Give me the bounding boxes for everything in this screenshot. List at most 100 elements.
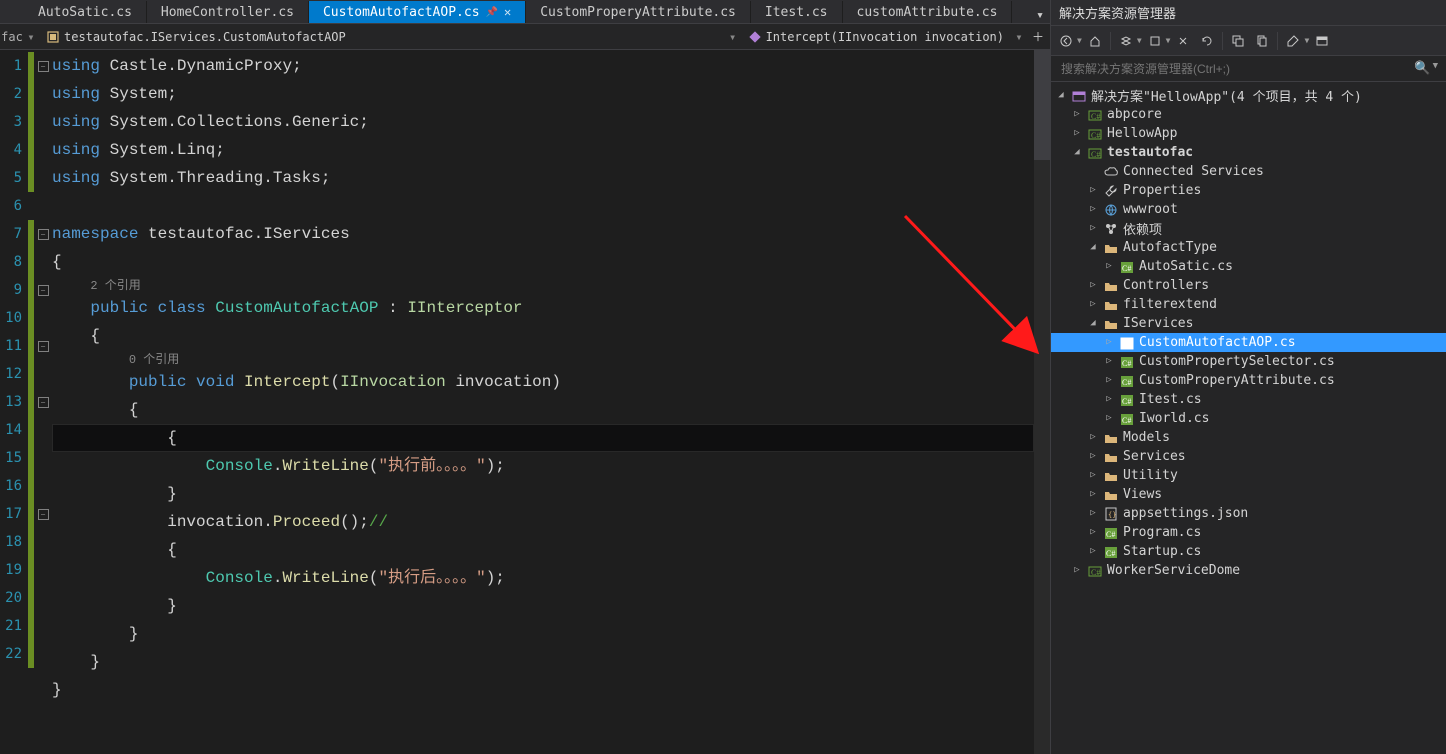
code-line[interactable]: using Castle.DynamicProxy; [52, 52, 1034, 80]
pending-changes-filter-button[interactable] [1144, 30, 1166, 52]
expand-toggle[interactable]: ▷ [1071, 105, 1083, 124]
home-button[interactable] [1084, 30, 1106, 52]
expand-toggle[interactable]: ◢ [1055, 86, 1067, 105]
editor-tab[interactable]: CustomProperyAttribute.cs [526, 1, 751, 23]
code-line[interactable]: } [52, 592, 1034, 620]
code-line[interactable]: } [52, 480, 1034, 508]
tree-node[interactable]: ▷C#AutoSatic.cs [1051, 257, 1446, 276]
tree-node[interactable]: ▷依赖项 [1051, 219, 1446, 238]
code-line[interactable]: { [52, 248, 1034, 276]
code-line[interactable]: } [52, 648, 1034, 676]
expand-toggle[interactable]: ▷ [1103, 409, 1115, 428]
code-line[interactable]: using System; [52, 80, 1034, 108]
code-editor[interactable]: 12345678910111213141516171819202122 −−−−… [0, 50, 1050, 754]
switch-views-button[interactable] [1115, 30, 1137, 52]
tree-node[interactable]: ▷Services [1051, 447, 1446, 466]
tree-node[interactable]: ◢AutofactType [1051, 238, 1446, 257]
editor-tab[interactable]: AutoSatic.cs [24, 1, 147, 23]
search-dropdown-icon[interactable]: ▼ [1433, 61, 1438, 76]
filter-dropdown-icon[interactable]: ▼ [1166, 36, 1171, 45]
expand-toggle[interactable]: ▷ [1103, 352, 1115, 371]
tree-node[interactable]: ◢C#testautofac [1051, 143, 1446, 162]
expand-toggle[interactable]: ▷ [1087, 428, 1099, 447]
fold-toggle[interactable]: − [38, 229, 49, 240]
switch-views-dropdown-icon[interactable]: ▼ [1137, 36, 1142, 45]
code-line[interactable]: Console.WriteLine("执行前。。。。"); [52, 452, 1034, 480]
nav-add-button[interactable]: ＋ [1026, 28, 1050, 45]
tree-node[interactable]: ◢IServices [1051, 314, 1446, 333]
codelens[interactable]: 0 个引用 [129, 353, 179, 367]
nav-class-dropdown[interactable]: testautofac.IServices.CustomAutofactAOP [38, 30, 354, 44]
code-line[interactable]: using System.Threading.Tasks; [52, 164, 1034, 192]
fold-toggle[interactable]: − [38, 397, 49, 408]
code-line[interactable]: public class CustomAutofactAOP : IInterc… [52, 294, 1034, 322]
solution-node[interactable]: ◢ 解决方案"HellowApp"(4 个项目，共 4 个) [1051, 86, 1446, 105]
scroll-thumb[interactable] [1034, 50, 1050, 160]
collapse-all-button[interactable] [1227, 30, 1249, 52]
tree-node[interactable]: ▷C#Program.cs [1051, 523, 1446, 542]
expand-toggle[interactable]: ▷ [1103, 390, 1115, 409]
fold-toggle[interactable]: − [38, 61, 49, 72]
code-line[interactable] [52, 192, 1034, 220]
expand-toggle[interactable]: ▷ [1103, 371, 1115, 390]
search-icon[interactable]: 🔍 [1414, 61, 1430, 76]
expand-toggle[interactable]: ◢ [1087, 238, 1099, 257]
expand-toggle[interactable]: ▷ [1087, 200, 1099, 219]
editor-tab[interactable]: CustomAutofactAOP.cs📌✕ [309, 1, 526, 23]
tree-node[interactable]: ▷C#HellowApp [1051, 124, 1446, 143]
expand-toggle[interactable]: ▷ [1103, 257, 1115, 276]
tree-node[interactable]: ▷C#Iworld.cs [1051, 409, 1446, 428]
code-surface[interactable]: using Castle.DynamicProxy;using System;u… [52, 50, 1034, 754]
code-line[interactable]: { [52, 322, 1034, 350]
show-all-files-button[interactable] [1251, 30, 1273, 52]
code-line[interactable]: invocation.Proceed();// [52, 508, 1034, 536]
code-line[interactable]: using System.Linq; [52, 136, 1034, 164]
expand-toggle[interactable]: ▷ [1087, 504, 1099, 523]
preview-button[interactable] [1311, 30, 1333, 52]
code-line[interactable]: { [52, 424, 1034, 452]
tree-node[interactable]: ▷filterextend [1051, 295, 1446, 314]
tree-node[interactable]: ▷C#Startup.cs [1051, 542, 1446, 561]
expand-toggle[interactable]: ▷ [1103, 333, 1115, 352]
tree-node[interactable]: ▷{}appsettings.json [1051, 504, 1446, 523]
expand-toggle[interactable]: ▷ [1087, 181, 1099, 200]
fold-toggle[interactable]: − [38, 341, 49, 352]
nav-member-dropdown[interactable]: Intercept(IInvocation invocation) [740, 30, 1012, 44]
expand-toggle[interactable]: ▷ [1087, 485, 1099, 504]
expand-toggle[interactable]: ▷ [1087, 295, 1099, 314]
tree-node[interactable]: ▷Utility [1051, 466, 1446, 485]
code-line[interactable]: using System.Collections.Generic; [52, 108, 1034, 136]
back-button[interactable] [1055, 30, 1077, 52]
back-dropdown-icon[interactable]: ▼ [1077, 36, 1082, 45]
tree-node[interactable]: ▷Models [1051, 428, 1446, 447]
expand-toggle[interactable]: ◢ [1087, 314, 1099, 333]
sync-active-doc-button[interactable] [1172, 30, 1194, 52]
code-line[interactable]: Console.WriteLine("执行后。。。。"); [52, 564, 1034, 592]
fold-toggle[interactable]: − [38, 509, 49, 520]
tree-node[interactable]: ▷Properties [1051, 181, 1446, 200]
tree-node[interactable]: ▷Views [1051, 485, 1446, 504]
expand-toggle[interactable]: ▷ [1071, 561, 1083, 580]
tree-node[interactable]: Connected Services [1051, 162, 1446, 181]
refresh-button[interactable] [1196, 30, 1218, 52]
editor-tab[interactable]: HomeController.cs [147, 1, 309, 23]
tree-node[interactable]: ▷Controllers [1051, 276, 1446, 295]
code-line[interactable]: public void Intercept(IInvocation invoca… [52, 368, 1034, 396]
expand-toggle[interactable]: ▷ [1087, 219, 1099, 238]
codelens[interactable]: 2 个引用 [90, 279, 140, 293]
code-line[interactable]: namespace testautofac.IServices [52, 220, 1034, 248]
vertical-scrollbar[interactable] [1034, 50, 1050, 754]
expand-toggle[interactable]: ◢ [1071, 143, 1083, 162]
expand-toggle[interactable]: ▷ [1087, 523, 1099, 542]
solution-search-input[interactable] [1059, 61, 1414, 77]
tab-overflow-button[interactable]: ▾ [1030, 8, 1050, 23]
solution-explorer-search[interactable]: 🔍 ▼ [1051, 56, 1446, 82]
tree-node[interactable]: ▷wwwroot [1051, 200, 1446, 219]
expand-toggle[interactable]: ▷ [1087, 466, 1099, 485]
tree-node[interactable]: ▷C#CustomProperyAttribute.cs [1051, 371, 1446, 390]
tree-node[interactable]: ▷C#CustomPropertySelector.cs [1051, 352, 1446, 371]
pin-icon[interactable]: 📌 [486, 7, 498, 18]
editor-tab[interactable]: customAttribute.cs [843, 1, 1013, 23]
expand-toggle[interactable]: ▷ [1087, 447, 1099, 466]
code-line[interactable]: } [52, 676, 1034, 704]
